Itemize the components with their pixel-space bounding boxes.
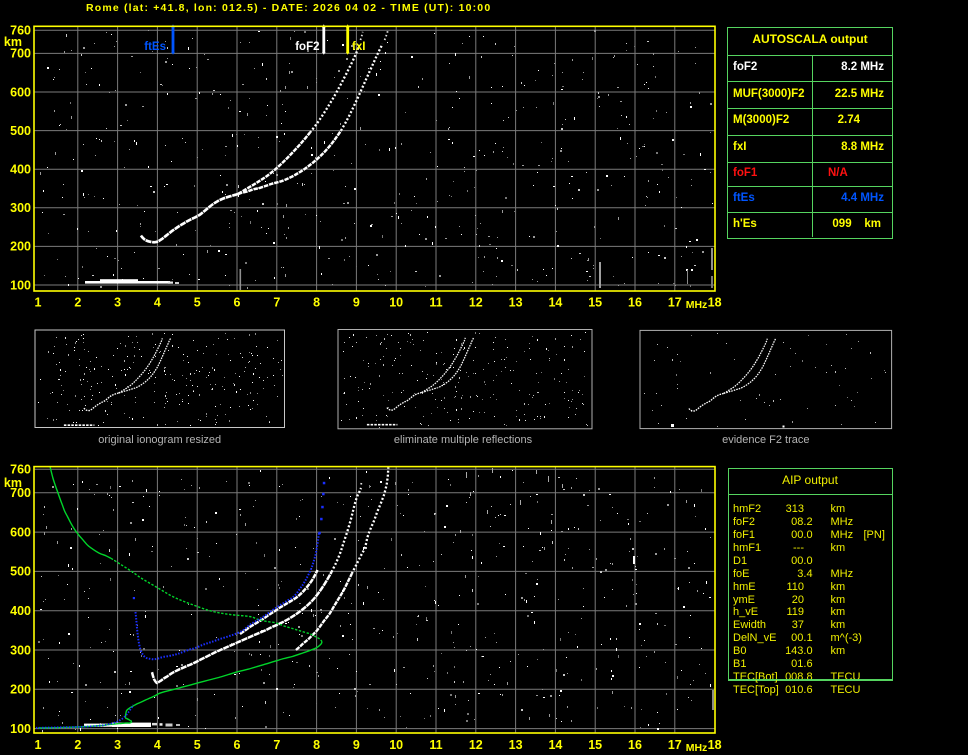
svg-text:10: 10	[389, 296, 403, 310]
svg-text:16: 16	[628, 296, 642, 310]
svg-text:600: 600	[10, 85, 31, 99]
svg-text:km: km	[4, 35, 22, 49]
svg-text:18: 18	[708, 296, 722, 310]
svg-text:foF2: foF2	[295, 41, 319, 53]
svg-text:16: 16	[628, 738, 642, 752]
svg-text:14: 14	[548, 296, 562, 310]
svg-text:10: 10	[389, 738, 403, 752]
svg-text:12: 12	[469, 738, 483, 752]
svg-text:9: 9	[353, 296, 360, 310]
svg-text:300: 300	[10, 201, 31, 215]
svg-text:1: 1	[35, 738, 42, 752]
svg-text:17: 17	[668, 738, 682, 752]
svg-text:6: 6	[234, 296, 241, 310]
svg-text:3: 3	[114, 296, 121, 310]
svg-text:2: 2	[74, 296, 81, 310]
svg-text:760: 760	[10, 463, 31, 477]
svg-text:9: 9	[353, 738, 360, 752]
svg-text:km: km	[4, 476, 22, 490]
svg-text:11: 11	[429, 296, 442, 310]
svg-text:100: 100	[10, 722, 31, 736]
svg-text:200: 200	[10, 240, 31, 254]
svg-text:2: 2	[74, 738, 81, 752]
svg-text:500: 500	[10, 565, 31, 579]
svg-text:fxI: fxI	[352, 41, 365, 53]
svg-text:6: 6	[234, 738, 241, 752]
svg-text:15: 15	[588, 738, 602, 752]
svg-text:MHz: MHz	[686, 742, 708, 754]
svg-text:7: 7	[273, 296, 280, 310]
svg-text:3: 3	[114, 738, 121, 752]
svg-text:12: 12	[469, 296, 483, 310]
svg-text:8: 8	[313, 738, 320, 752]
svg-text:300: 300	[10, 643, 31, 657]
svg-text:11: 11	[429, 738, 442, 752]
svg-text:15: 15	[588, 296, 602, 310]
svg-text:100: 100	[10, 278, 31, 292]
svg-text:13: 13	[509, 738, 523, 752]
svg-text:14: 14	[548, 738, 562, 752]
svg-text:4: 4	[154, 296, 161, 310]
svg-text:400: 400	[10, 163, 31, 177]
svg-text:500: 500	[10, 124, 31, 138]
svg-text:8: 8	[313, 296, 320, 310]
svg-text:4: 4	[154, 738, 161, 752]
svg-text:5: 5	[194, 738, 201, 752]
svg-text:7: 7	[273, 738, 280, 752]
svg-text:17: 17	[668, 296, 682, 310]
svg-text:1: 1	[35, 296, 42, 310]
svg-text:13: 13	[509, 296, 523, 310]
svg-text:MHz: MHz	[686, 299, 708, 311]
svg-text:600: 600	[10, 525, 31, 539]
svg-text:18: 18	[708, 738, 722, 752]
svg-text:200: 200	[10, 683, 31, 697]
svg-text:5: 5	[194, 296, 201, 310]
svg-text:ftEs: ftEs	[144, 41, 166, 53]
svg-text:400: 400	[10, 604, 31, 618]
